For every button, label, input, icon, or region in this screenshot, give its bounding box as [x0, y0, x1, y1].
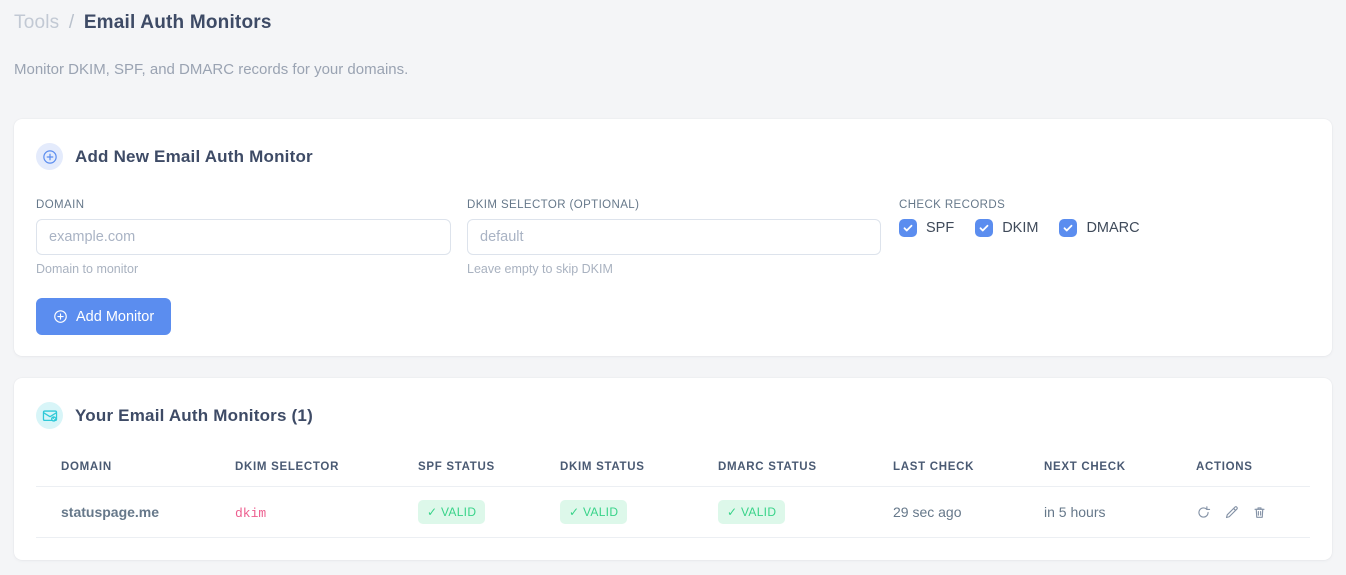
table-row: statuspage.me dkim ✓ VALID ✓ VALID ✓ VAL… — [36, 486, 1310, 538]
page-header: Tools / Email Auth Monitors Monitor DKIM… — [0, 0, 1346, 78]
dkim-checkbox-label: DKIM — [1002, 220, 1039, 236]
dkim-selector-field-label: DKIM SELECTOR (OPTIONAL) — [467, 199, 640, 211]
monitor-dkim-status: ✓ VALID — [535, 486, 693, 538]
spf-status-badge: ✓ VALID — [418, 500, 486, 524]
domain-field-label: DOMAIN — [36, 199, 85, 211]
col-header-next-check: NEXT CHECK — [1019, 447, 1171, 487]
col-header-dkim-selector: DKIM SELECTOR — [210, 447, 393, 487]
monitors-card: Your Email Auth Monitors (1) DOMAIN DKIM… — [14, 378, 1332, 560]
col-header-dkim-status: DKIM STATUS — [535, 447, 693, 487]
page-title: Email Auth Monitors — [83, 12, 272, 33]
breadcrumb-tools-link[interactable]: Tools — [14, 12, 59, 33]
check-icon[interactable] — [899, 219, 917, 237]
page-subtitle: Monitor DKIM, SPF, and DMARC records for… — [14, 61, 409, 78]
add-monitor-card: Add New Email Auth Monitor DOMAIN Domain… — [14, 119, 1332, 356]
edit-icon — [1225, 505, 1238, 518]
col-header-last-check: LAST CHECK — [868, 447, 1019, 487]
monitor-actions — [1171, 486, 1310, 538]
dkim-selector-field-helper: Leave empty to skip DKIM — [467, 262, 613, 276]
spf-checkbox[interactable]: SPF — [899, 219, 954, 237]
plus-circle-icon — [54, 310, 67, 323]
add-monitor-card-title: Add New Email Auth Monitor — [75, 146, 313, 166]
add-monitor-button-label: Add Monitor — [76, 308, 155, 325]
col-header-spf-status: SPF STATUS — [393, 447, 535, 487]
mail-check-icon — [36, 402, 63, 429]
check-records-label: CHECK RECORDS — [899, 199, 1006, 211]
check-records-group: CHECK RECORDS SPF DKIM DMARC — [897, 199, 1310, 237]
dkim-selector-code: dkim — [235, 505, 267, 521]
domain-field-group: DOMAIN Domain to monitor — [36, 199, 451, 276]
col-header-domain: DOMAIN — [36, 447, 210, 487]
monitors-card-title: Your Email Auth Monitors (1) — [75, 405, 313, 425]
domain-input[interactable] — [36, 219, 451, 255]
breadcrumb: Tools / Email Auth Monitors — [14, 12, 1332, 34]
col-header-dmarc-status: DMARC STATUS — [693, 447, 868, 487]
refresh-button[interactable] — [1196, 505, 1211, 520]
dkim-selector-field-group: DKIM SELECTOR (OPTIONAL) Leave empty to … — [467, 199, 881, 276]
monitors-card-header: Your Email Auth Monitors (1) — [36, 402, 1310, 429]
check-icon[interactable] — [1059, 219, 1078, 237]
monitor-dkim-selector: dkim — [210, 486, 393, 538]
monitor-domain: statuspage.me — [36, 486, 210, 538]
refresh-icon — [1198, 505, 1211, 518]
check-icon[interactable] — [975, 219, 994, 237]
dkim-status-badge: ✓ VALID — [560, 500, 628, 524]
add-monitor-button[interactable]: Add Monitor — [36, 298, 172, 335]
add-monitor-form: DOMAIN Domain to monitor DKIM SELECTOR (… — [36, 199, 1310, 276]
check-records-options: SPF DKIM DMARC — [899, 219, 1310, 237]
spf-checkbox-label: SPF — [926, 220, 955, 236]
monitor-next-check: in 5 hours — [1019, 486, 1171, 538]
col-header-actions: ACTIONS — [1171, 447, 1310, 487]
breadcrumb-separator: / — [68, 12, 75, 33]
dmarc-status-badge: ✓ VALID — [718, 500, 786, 524]
dmarc-checkbox[interactable]: DMARC — [1059, 219, 1140, 237]
dkim-checkbox[interactable]: DKIM — [975, 219, 1038, 237]
edit-button[interactable] — [1224, 505, 1239, 520]
delete-icon — [1254, 506, 1265, 518]
domain-field-helper: Domain to monitor — [36, 262, 139, 276]
delete-button[interactable] — [1252, 505, 1267, 520]
dkim-selector-input[interactable] — [467, 219, 881, 255]
monitor-dmarc-status: ✓ VALID — [693, 486, 868, 538]
dmarc-checkbox-label: DMARC — [1086, 220, 1140, 236]
monitor-last-check: 29 sec ago — [868, 486, 1019, 538]
monitors-table: DOMAIN DKIM SELECTOR SPF STATUS DKIM STA… — [36, 447, 1310, 538]
monitor-spf-status: ✓ VALID — [393, 486, 535, 538]
plus-circle-icon — [36, 143, 63, 170]
table-header-row: DOMAIN DKIM SELECTOR SPF STATUS DKIM STA… — [36, 447, 1310, 487]
add-monitor-card-header: Add New Email Auth Monitor — [36, 143, 1310, 170]
